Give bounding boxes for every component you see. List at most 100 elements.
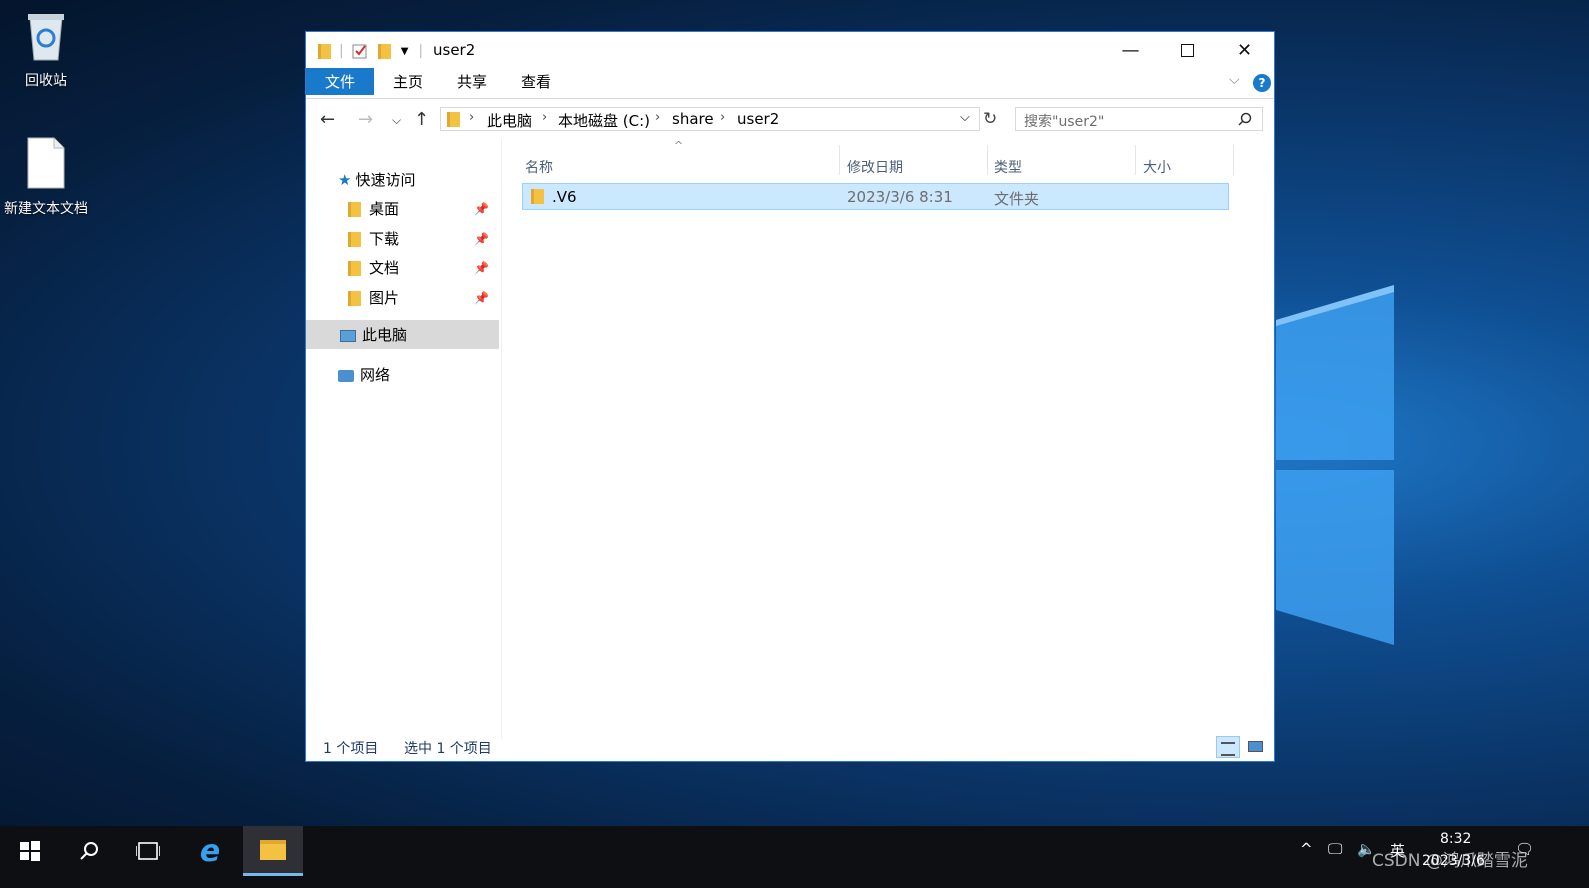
- recycle-bin-desktop-icon[interactable]: 回收站: [0, 8, 92, 90]
- address-dropdown-icon[interactable]: ⌵: [960, 110, 970, 125]
- windows-start-icon: [20, 841, 40, 861]
- column-divider[interactable]: [1135, 145, 1136, 175]
- nav-this-pc[interactable]: 此电脑: [340, 321, 407, 349]
- show-hidden-icons-icon[interactable]: ^: [1300, 840, 1313, 858]
- nav-item-label: 文档: [369, 259, 400, 277]
- minimize-icon: —: [1121, 39, 1140, 61]
- breadcrumb-separator[interactable]: ›: [469, 110, 474, 125]
- windows-wallpaper-logo: [1276, 285, 1394, 645]
- column-divider[interactable]: [987, 145, 988, 175]
- taskbar: e ^ 🖵 🔈 英 8:32 2023/3/6 🗨 CSDN @鸿爪踏雪泥: [0, 826, 1589, 888]
- breadcrumb-separator[interactable]: ›: [720, 110, 725, 125]
- text-document-label: 新建文本文档: [4, 201, 88, 217]
- selected-count: 选中 1 个项目: [404, 741, 492, 757]
- column-size[interactable]: 大小: [1143, 157, 1171, 177]
- nav-item-pictures[interactable]: 图片 📌: [348, 284, 499, 312]
- navigation-pane: ★ 快速访问 桌面 📌 下载 📌 文档 📌 图片 📌 此电脑 网络: [306, 139, 499, 739]
- up-arrow-icon[interactable]: ↑: [414, 109, 429, 130]
- minimize-button[interactable]: —: [1102, 32, 1159, 68]
- nav-this-pc-label: 此电脑: [362, 326, 408, 344]
- address-folder-icon: [447, 112, 460, 127]
- refresh-icon[interactable]: ↻: [983, 109, 997, 129]
- tab-view[interactable]: 查看: [519, 68, 553, 95]
- pin-icon[interactable]: 📌: [474, 225, 489, 253]
- close-button[interactable]: ✕: [1216, 32, 1273, 68]
- tab-share[interactable]: 共享: [455, 68, 489, 95]
- search-icon: [1238, 112, 1252, 126]
- table-row[interactable]: .V6 2023/3/6 8:31 文件夹: [522, 183, 1229, 210]
- downloads-folder-icon: [348, 232, 361, 247]
- address-row: ← → ⌵ ↑ › 此电脑 › 本地磁盘 (C:) › share › user…: [306, 99, 1274, 139]
- pin-icon[interactable]: 📌: [474, 254, 489, 282]
- pin-icon[interactable]: 📌: [474, 284, 489, 312]
- start-button[interactable]: [0, 826, 60, 876]
- explorer-window: | ▼ | user2 — ✕ 文件 主页 共享 查看 ⌵ ? ← → ⌵ ↑ …: [305, 31, 1275, 762]
- expand-ribbon-icon[interactable]: ⌵: [1229, 72, 1240, 88]
- search-button[interactable]: [60, 826, 118, 876]
- task-view-button[interactable]: [118, 826, 178, 876]
- column-divider[interactable]: [839, 145, 840, 175]
- breadcrumb-share[interactable]: share: [672, 110, 714, 128]
- status-bar: 1 个项目 选中 1 个项目: [306, 732, 1274, 762]
- customize-toolbar-icon[interactable]: ▼: [401, 46, 409, 57]
- pin-icon[interactable]: 📌: [474, 195, 489, 223]
- recycle-bin-label: 回收站: [25, 73, 67, 89]
- file-type: 文件夹: [994, 190, 1040, 208]
- large-icons-view-icon: [1248, 741, 1263, 752]
- network-status-icon[interactable]: 🖵: [1328, 840, 1342, 858]
- breadcrumb-user2[interactable]: user2: [737, 110, 779, 128]
- folder-icon: [531, 189, 544, 204]
- recycle-bin-icon: [28, 14, 64, 61]
- file-list: ^ 名称 修改日期 类型 大小 .V6 2023/3/6 8:31 文件夹: [501, 139, 1275, 739]
- nav-item-downloads[interactable]: 下载 📌: [348, 225, 499, 253]
- documents-folder-icon: [348, 261, 361, 276]
- nav-item-documents[interactable]: 文档 📌: [348, 254, 499, 282]
- column-type[interactable]: 类型: [994, 157, 1022, 177]
- details-view-icon: [1221, 742, 1235, 756]
- column-divider[interactable]: [1233, 145, 1234, 175]
- back-arrow-icon[interactable]: ←: [320, 109, 335, 130]
- ribbon: 文件 主页 共享 查看 ⌵ ?: [306, 68, 1274, 99]
- large-icons-view-button[interactable]: [1244, 736, 1268, 758]
- properties-icon[interactable]: [352, 43, 368, 59]
- recent-locations-icon[interactable]: ⌵: [392, 113, 401, 128]
- tab-file[interactable]: 文件: [306, 68, 374, 95]
- nav-network[interactable]: 网络: [338, 361, 390, 389]
- file-modified: 2023/3/6 8:31: [847, 188, 953, 206]
- nav-network-label: 网络: [360, 366, 391, 384]
- search-placeholder: 搜索"user2": [1024, 114, 1105, 130]
- sort-ascending-icon: ^: [674, 139, 684, 152]
- file-explorer-icon: [260, 839, 286, 860]
- text-document-desktop-icon[interactable]: 新建文本文档: [0, 136, 92, 218]
- nav-item-label: 桌面: [369, 200, 400, 218]
- help-icon[interactable]: ?: [1253, 74, 1271, 92]
- column-name[interactable]: 名称: [525, 157, 553, 177]
- pictures-folder-icon: [348, 291, 361, 306]
- watermark-text: CSDN @鸿爪踏雪泥: [1372, 851, 1528, 871]
- details-view-button[interactable]: [1216, 736, 1240, 758]
- computer-icon: [340, 329, 356, 342]
- breadcrumb-this-pc[interactable]: 此电脑: [487, 110, 532, 131]
- title-bar[interactable]: | ▼ | user2 — ✕: [306, 32, 1274, 68]
- file-explorer-button[interactable]: [243, 826, 303, 876]
- tab-home[interactable]: 主页: [391, 68, 425, 95]
- breadcrumb-separator[interactable]: ›: [655, 110, 660, 125]
- file-name: .V6: [552, 188, 577, 206]
- folder-icon: [318, 43, 331, 59]
- star-icon: ★: [338, 171, 352, 189]
- address-bar[interactable]: › 此电脑 › 本地磁盘 (C:) › share › user2 ⌵: [440, 107, 980, 131]
- column-modified[interactable]: 修改日期: [847, 157, 903, 177]
- maximize-button[interactable]: [1159, 32, 1216, 68]
- nav-item-label: 下载: [369, 230, 400, 248]
- internet-explorer-button[interactable]: e: [180, 826, 240, 876]
- search-input[interactable]: 搜索"user2": [1015, 107, 1263, 131]
- forward-arrow-icon[interactable]: →: [358, 109, 373, 130]
- nav-item-desktop[interactable]: 桌面 📌: [348, 195, 499, 223]
- breadcrumb-separator[interactable]: ›: [542, 110, 547, 125]
- clock-time[interactable]: 8:32: [1440, 831, 1471, 847]
- breadcrumb-local-disk[interactable]: 本地磁盘 (C:): [558, 110, 650, 131]
- text-document-icon: [27, 137, 65, 189]
- new-folder-icon[interactable]: [377, 43, 391, 59]
- nav-quick-access[interactable]: ★ 快速访问: [338, 166, 415, 194]
- network-icon: [338, 369, 354, 382]
